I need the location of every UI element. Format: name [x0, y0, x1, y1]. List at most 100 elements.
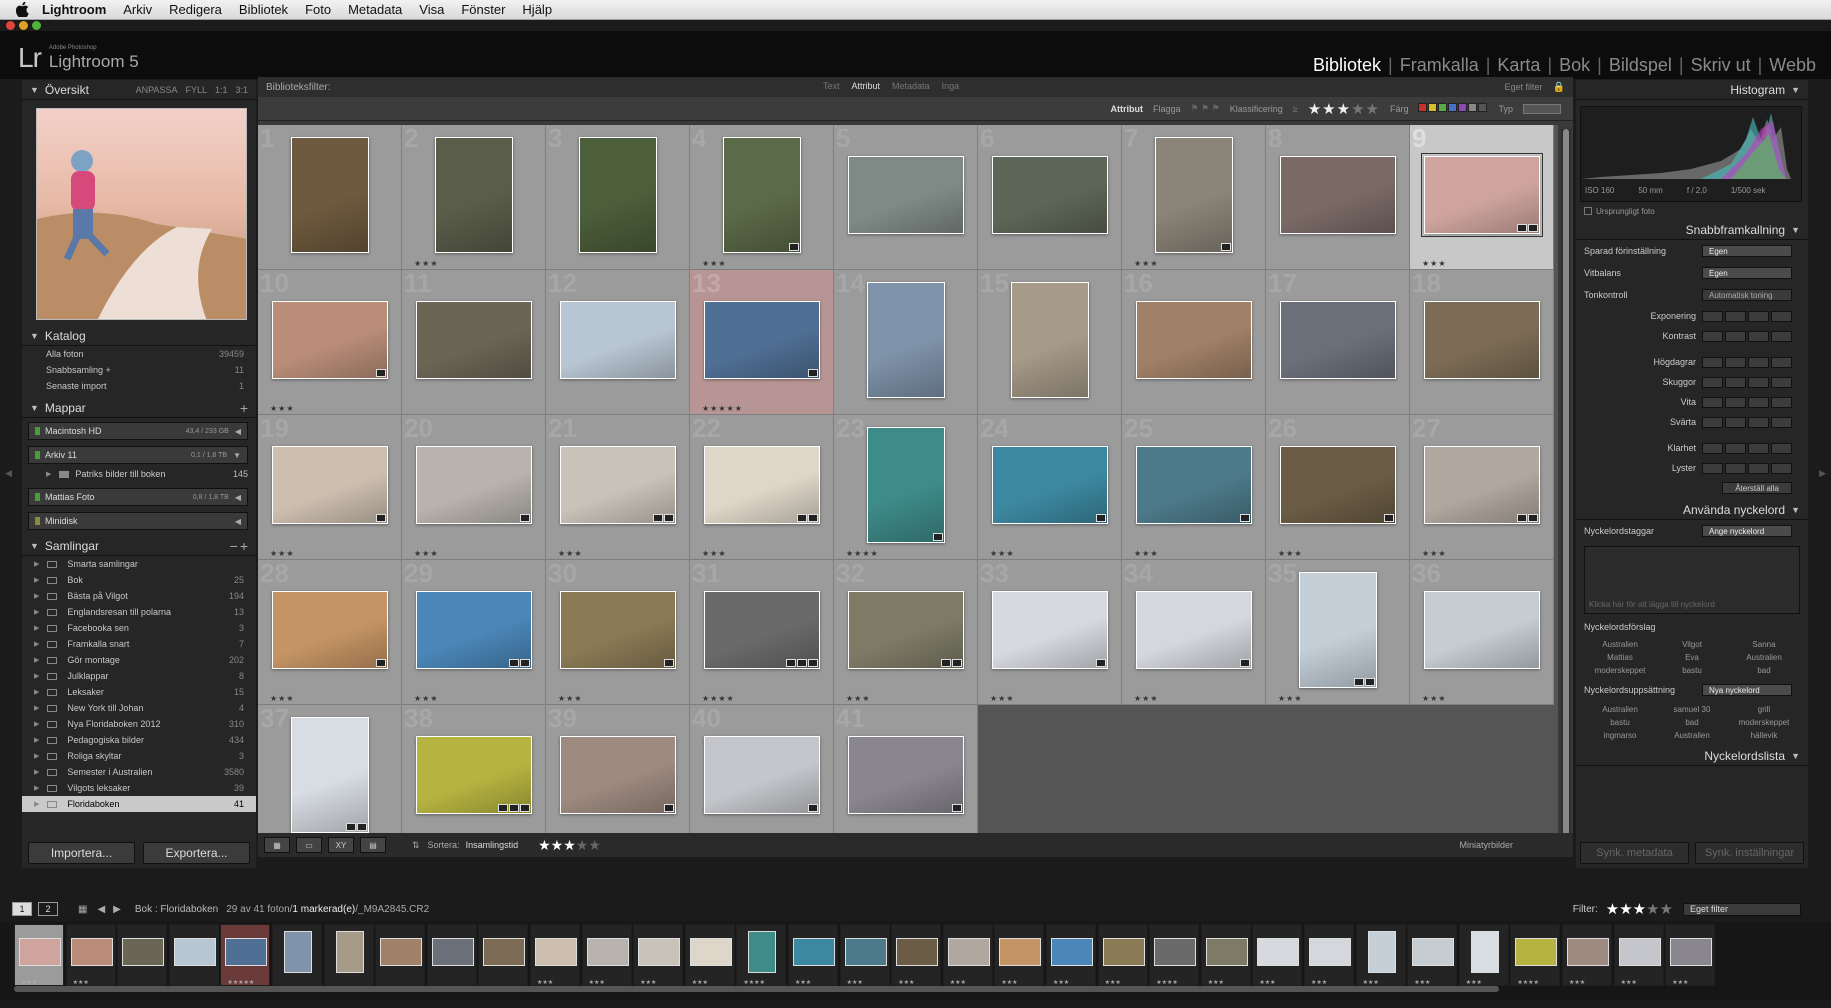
filmstrip-cell[interactable]: ★★★: [1665, 924, 1716, 986]
grid-cell[interactable]: 40★★★: [690, 705, 834, 850]
grid-cell[interactable]: 32 ★★★: [834, 560, 978, 705]
filmstrip-cell[interactable]: ★★★★★: [220, 924, 271, 986]
sync-metadata-button[interactable]: Synk. metadata: [1580, 842, 1689, 864]
cell-rating[interactable]: ★★★: [846, 694, 871, 703]
filmstrip-cell[interactable]: ★★★: [839, 924, 890, 986]
collection-item[interactable]: ▶ Semester i Australien 3580: [22, 764, 256, 780]
photo-thumbnail[interactable]: [272, 590, 388, 669]
photo-thumbnail[interactable]: [848, 590, 964, 669]
filmstrip-cell[interactable]: ★★★: [1562, 924, 1612, 986]
photo-thumbnail[interactable]: [1280, 300, 1396, 379]
navigator-header[interactable]: ▼ Översikt ANPASSA FYLL 1:1 3:1: [22, 80, 256, 100]
filmstrip-thumbnail[interactable]: [1618, 938, 1661, 966]
keyword-set-item[interactable]: grill: [1728, 705, 1800, 714]
catalog-header[interactable]: ▼ Katalog: [22, 326, 256, 346]
keyword-set-item[interactable]: Australien: [1584, 705, 1656, 714]
qd-slider-buttons[interactable]: [1702, 416, 1792, 428]
filmstrip-cell[interactable]: ★★★: [1046, 924, 1096, 986]
quick-develop-header[interactable]: Snabbframkallning ▼: [1576, 220, 1808, 240]
grid-cell[interactable]: 20 ★★★: [402, 415, 546, 560]
checkbox-icon[interactable]: [1584, 207, 1592, 215]
color-swatch[interactable]: [1478, 103, 1488, 112]
develop-badge-icon[interactable]: [941, 658, 951, 667]
volume-arrow-icon[interactable]: ◀: [235, 427, 241, 436]
develop-badge-icon[interactable]: [664, 803, 674, 812]
qd-slider-buttons[interactable]: [1702, 462, 1792, 474]
expand-icon[interactable]: ▶: [34, 688, 39, 696]
collapse-triangle-icon[interactable]: ▼: [1791, 225, 1800, 235]
source-name[interactable]: Bok : Floridaboken: [135, 904, 218, 915]
qd-slider-buttons[interactable]: [1702, 310, 1792, 322]
keyword-set-item[interactable]: hällevik: [1728, 731, 1800, 740]
toolbar-rating-stars[interactable]: ★★★★★: [538, 837, 601, 854]
expand-icon[interactable]: ▶: [34, 640, 39, 648]
flag-icons[interactable]: ⚑ ⚑ ⚑: [1191, 103, 1220, 114]
filmstrip-cell[interactable]: [168, 924, 219, 986]
left-panel-toggle-icon[interactable]: ◀: [5, 468, 12, 479]
keyword-set-item[interactable]: bastu: [1584, 718, 1656, 727]
grid-cell[interactable]: 34 ★★★: [1122, 560, 1266, 705]
volume-arrow-icon[interactable]: ◀: [235, 517, 241, 526]
survey-view-icon[interactable]: ▤: [360, 837, 386, 853]
develop-badge-icon[interactable]: [1240, 513, 1250, 522]
expand-icon[interactable]: ▶: [34, 720, 39, 728]
photo-thumbnail[interactable]: [1280, 155, 1396, 234]
qd-slider-buttons[interactable]: [1702, 330, 1792, 342]
develop-badge-icon[interactable]: [1354, 677, 1364, 686]
filmstrip-thumbnail[interactable]: [431, 938, 474, 966]
cell-rating[interactable]: ★★★: [558, 694, 583, 703]
volume-mattias-foto[interactable]: Mattias Foto 0,8 / 1,8 TB ◀: [28, 488, 248, 506]
collapse-triangle-icon[interactable]: ▼: [1791, 85, 1800, 95]
develop-badge-icon[interactable]: [952, 803, 962, 812]
grid-cell[interactable]: 27 ★★★: [1410, 415, 1554, 560]
develop-badge-icon[interactable]: [498, 803, 508, 812]
keyword-set-item[interactable]: Australien: [1656, 731, 1728, 740]
filmstrip-cell[interactable]: [375, 924, 426, 986]
grid-cell[interactable]: 10 ★★★: [258, 270, 402, 415]
filmstrip-thumbnail[interactable]: [483, 938, 526, 966]
expand-icon[interactable]: ▶: [34, 560, 39, 568]
filmstrip-cell[interactable]: ★★★★: [736, 924, 787, 986]
develop-badge-icon[interactable]: [808, 368, 818, 377]
window-1-button[interactable]: 1: [12, 902, 32, 916]
grid-scrollbar[interactable]: [1561, 129, 1571, 854]
collapse-triangle-icon[interactable]: ▼: [30, 541, 39, 551]
collection-item[interactable]: ▶ Facebooka sen 3: [22, 620, 256, 636]
filmstrip-cell[interactable]: ★★★: [1407, 924, 1458, 986]
filmstrip-cell[interactable]: ★★★: [1613, 924, 1664, 986]
filmstrip-cell[interactable]: [478, 924, 529, 986]
keyword-suggestion[interactable]: Vilgot: [1656, 640, 1728, 649]
photo-thumbnail[interactable]: [291, 716, 369, 833]
grid-cell[interactable]: 7 ★★★: [1122, 125, 1266, 270]
photo-thumbnail[interactable]: [867, 281, 945, 398]
collection-item[interactable]: ▶ Bästa på Vilgot 194: [22, 588, 256, 604]
zoom-fit-option[interactable]: ANPASSA: [136, 85, 178, 95]
cell-rating[interactable]: ★★★: [1422, 694, 1447, 703]
back-arrow-icon[interactable]: ◀: [97, 904, 105, 915]
cell-rating[interactable]: ★★★★: [702, 694, 735, 703]
filmstrip-thumbnail[interactable]: [748, 931, 777, 973]
collapse-triangle-icon[interactable]: ▼: [30, 331, 39, 341]
develop-badge-icon[interactable]: [808, 658, 818, 667]
close-window-icon[interactable]: [6, 21, 15, 30]
filmstrip-thumbnail[interactable]: [1051, 938, 1093, 966]
folders-header[interactable]: ▼ Mappar +: [22, 398, 256, 418]
filmstrip-thumbnail[interactable]: [999, 938, 1042, 966]
qd-slider-buttons[interactable]: [1702, 396, 1792, 408]
zoom-3to1-option[interactable]: 3:1: [235, 85, 248, 95]
filmstrip-thumbnail[interactable]: [70, 938, 113, 966]
grid-cell[interactable]: 38★★★★: [402, 705, 546, 850]
color-swatch[interactable]: [1448, 103, 1458, 112]
filmstrip-cell[interactable]: [426, 924, 477, 986]
keyword-suggestion[interactable]: Eva: [1656, 653, 1728, 662]
color-swatch[interactable]: [1428, 103, 1438, 112]
navigator-preview[interactable]: [36, 108, 247, 320]
grid-cell[interactable]: 31 ★★★★: [690, 560, 834, 705]
filmstrip-cell[interactable]: ★★★: [14, 924, 64, 986]
grid-cell[interactable]: 22 ★★★: [690, 415, 834, 560]
keyword-tags-dropdown[interactable]: Ange nyckelord: [1702, 525, 1792, 537]
expand-icon[interactable]: ▶: [34, 656, 39, 664]
filmstrip-thumbnail[interactable]: [1412, 938, 1455, 966]
develop-badge-icon[interactable]: [664, 513, 674, 522]
filmstrip-cell[interactable]: ★★★: [942, 924, 993, 986]
